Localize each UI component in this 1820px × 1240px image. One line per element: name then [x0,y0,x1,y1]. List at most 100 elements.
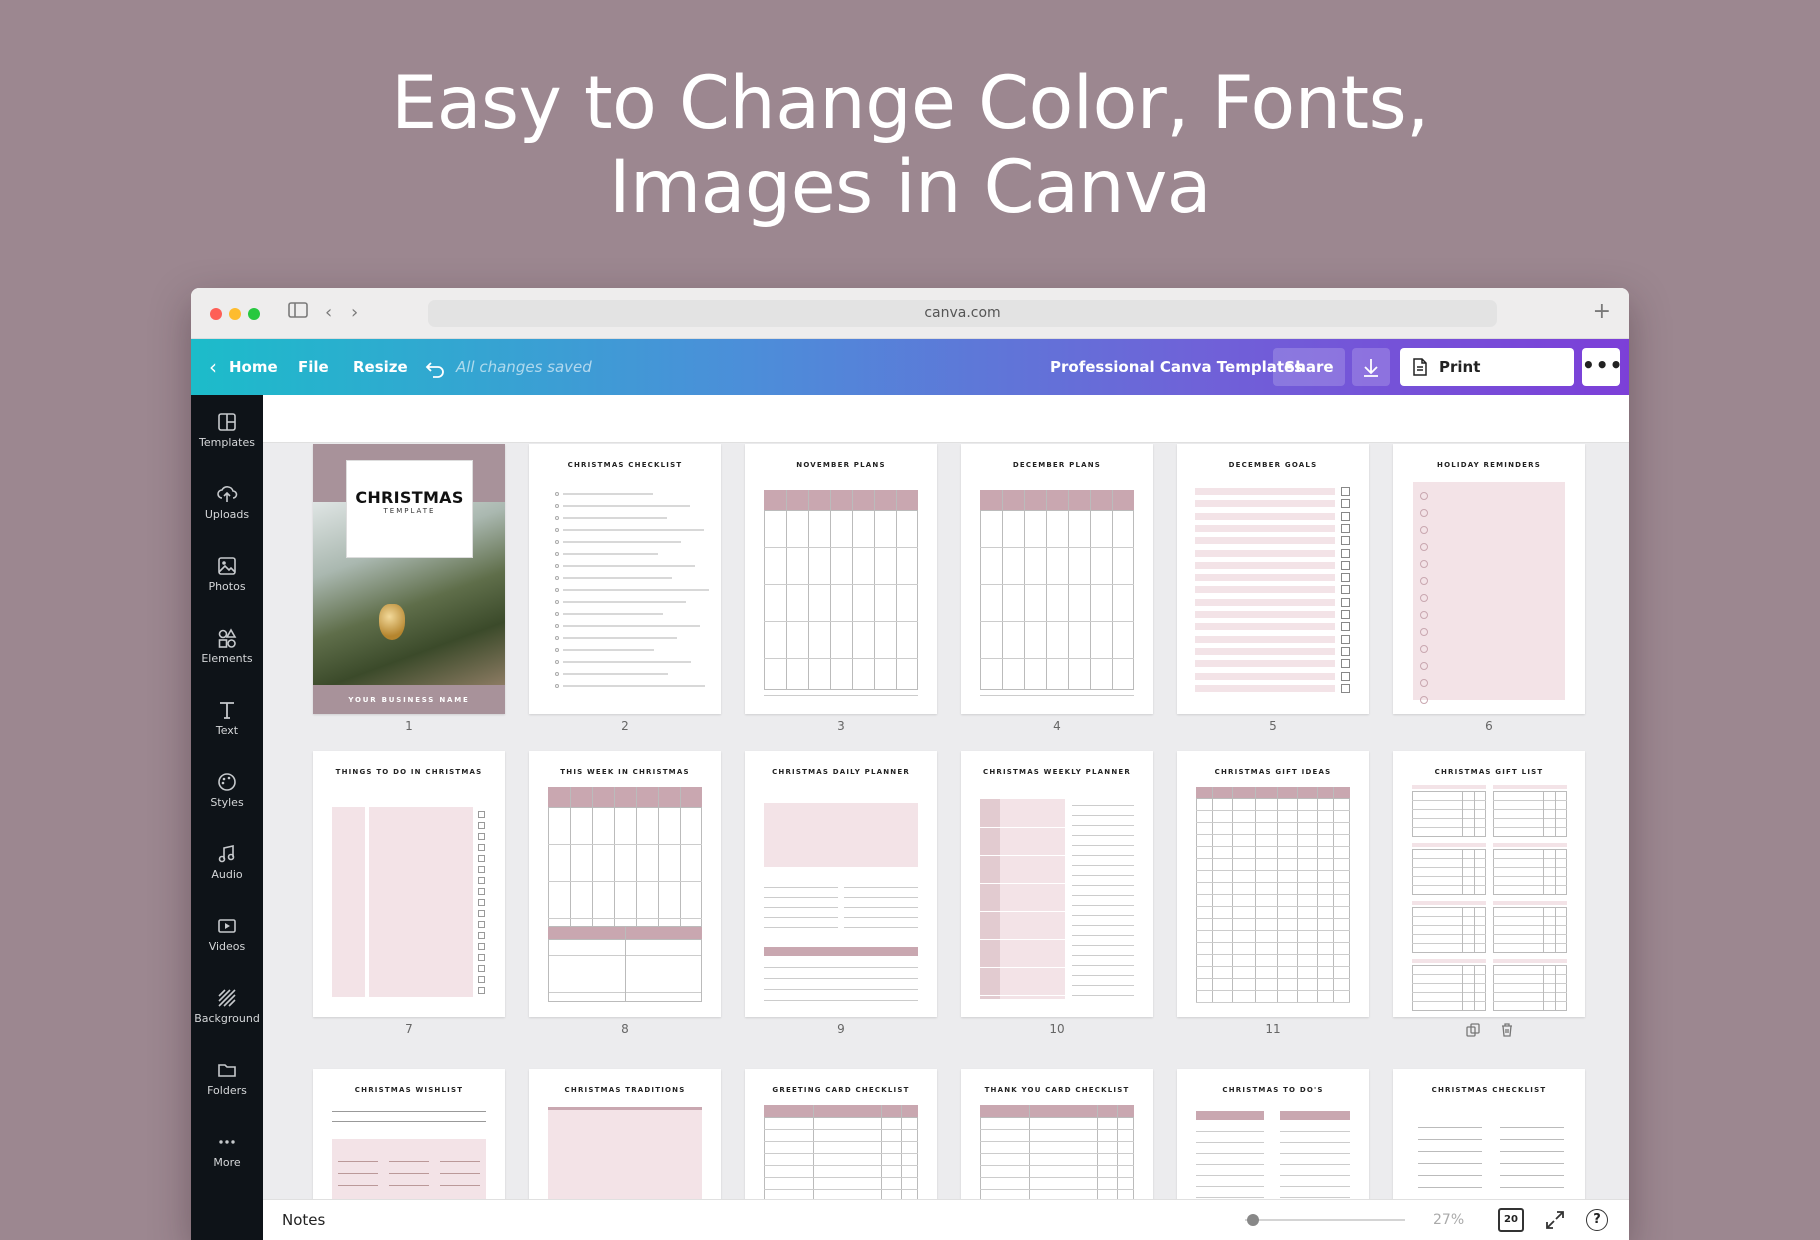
sidebar-item-styles[interactable]: Styles [191,761,263,825]
sidebar-item-templates[interactable]: Templates [191,401,263,465]
page-thumbnail[interactable]: CHRISTMAS GIFT IDEAS [1177,751,1369,1017]
page-title: CHRISTMAS GIFT IDEAS [1214,768,1332,776]
sidebar-item-folders[interactable]: Folders [191,1049,263,1113]
trash-icon[interactable] [1499,1022,1515,1038]
page-number: 2 [621,719,629,733]
undo-icon[interactable] [425,339,445,395]
page-thumbnail[interactable]: CHRISTMAS DAILY PLANNER [745,751,937,1017]
ornament-image [379,604,405,640]
page-actions [1465,1022,1525,1038]
page-thumbnail[interactable]: CHRISTMAS CHECKLIST [529,444,721,714]
pages-grid-view: CHRISTMAS TEMPLATE YOUR BUSINESS NAME 1 CHRI… [263,395,1629,1199]
page-number: 5 [1269,719,1277,733]
duplicate-icon[interactable] [1465,1022,1481,1038]
sidebar-item-label: Videos [208,940,246,953]
page-number: 7 [405,1022,413,1036]
sidebar-item-text[interactable]: Text [191,689,263,753]
page-number: 8 [621,1022,629,1036]
more-options-button[interactable]: ••• [1582,348,1622,386]
share-button[interactable]: Share [1273,348,1345,386]
page-title: THINGS TO DO IN CHRISTMAS [335,768,483,776]
sidebar-item-label: Uploads [204,508,250,521]
grid-view-button[interactable]: 20 [1498,1208,1524,1232]
file-menu[interactable]: File [298,339,329,395]
download-button[interactable] [1352,348,1390,386]
close-window-button[interactable] [210,308,222,320]
zoom-slider-knob[interactable] [1247,1214,1259,1226]
grid-count: 20 [1504,1214,1518,1225]
styles-icon [218,773,236,791]
sidebar-item-elements[interactable]: Elements [191,617,263,681]
page-thumbnail[interactable]: CHRISTMAS GIFT LIST [1393,751,1585,1017]
sidebar-item-label: Text [215,724,239,737]
page-thumbnail[interactable]: GREETING CARD CHECKLIST [745,1069,937,1199]
page-title: CHRISTMAS CHECKLIST [567,461,683,469]
page-title: DECEMBER PLANS [1012,461,1102,469]
page-title: CHRISTMAS CHECKLIST [1431,1086,1547,1094]
sidebar-toggle-icon[interactable] [288,301,308,325]
page-thumbnail[interactable]: DECEMBER PLANS [961,444,1153,714]
page-thumbnail[interactable]: THIS WEEK IN CHRISTMAS [529,751,721,1017]
page-thumbnail[interactable]: CHRISTMAS CHECKLIST [1393,1069,1585,1199]
sidebar-item-background[interactable]: Background [191,977,263,1041]
new-tab-icon[interactable]: + [1593,299,1611,324]
page-number: 6 [1485,719,1493,733]
page-thumbnail[interactable]: CHRISTMAS TO DO'S [1177,1069,1369,1199]
page-thumbnail[interactable]: CHRISTMAS WISHLIST [313,1069,505,1199]
videos-icon [218,919,236,933]
notes-button[interactable]: Notes [282,1200,325,1240]
canvas-top-strip [263,395,1629,443]
page-title: CHRISTMAS TRADITIONS [564,1086,686,1094]
page-title: CHRISTMAS WEEKLY PLANNER [983,768,1131,776]
page-thumbnail[interactable]: CHRISTMAS WEEKLY PLANNER [961,751,1153,1017]
page-thumbnail[interactable]: CHRISTMAS TRADITIONS [529,1069,721,1199]
chevron-left-icon[interactable]: ‹ [209,339,217,395]
text-icon [220,702,234,719]
page-thumbnail[interactable]: DECEMBER GOALS [1177,444,1369,714]
page-number: 9 [837,1022,845,1036]
sidebar-item-more[interactable]: More [191,1121,263,1185]
resize-menu[interactable]: Resize [353,339,408,395]
browser-window: ‹ › canva.com + ‹ Home File Resize All c… [191,288,1629,1240]
page-title: CHRISTMAS TO DO'S [1222,1086,1324,1094]
headline-line-2: Images in Canva [608,145,1212,230]
address-bar[interactable]: canva.com [428,300,1497,327]
page-number: 11 [1265,1022,1281,1036]
sidebar-item-photos[interactable]: Photos [191,545,263,609]
fullscreen-icon[interactable] [1544,1209,1566,1235]
zoom-slider[interactable] [1245,1219,1405,1221]
project-title[interactable]: Professional Canva Templates [1050,339,1303,395]
page-title: DECEMBER GOALS [1228,461,1318,469]
page-title: GREETING CARD CHECKLIST [772,1086,910,1094]
sidebar-item-uploads[interactable]: Uploads [191,473,263,537]
page-number: 10 [1049,1022,1065,1036]
page-thumbnail[interactable]: THANK YOU CARD CHECKLIST [961,1069,1153,1199]
sidebar-item-label: Styles [210,796,244,809]
sidebar-item-audio[interactable]: Audio [191,833,263,897]
maximize-window-button[interactable] [248,308,260,320]
page-title: CHRISTMAS WISHLIST [354,1086,464,1094]
page-thumbnail[interactable]: HOLIDAY REMINDERS [1393,444,1585,714]
zoom-level[interactable]: 27% [1433,1200,1464,1240]
page-title: CHRISTMAS DAILY PLANNER [772,768,910,776]
headline-line-1: Easy to Change Color, Fonts, [391,61,1429,146]
page-title: THANK YOU CARD CHECKLIST [984,1086,1130,1094]
page-number: 1 [405,719,413,733]
sidebar-item-label: Audio [211,868,243,881]
home-button[interactable]: Home [229,339,278,395]
background-icon [218,989,236,1007]
page-thumbnail[interactable]: NOVEMBER PLANS [745,444,937,714]
print-letterheads-button[interactable]: Print Letterheads [1400,348,1574,414]
page-thumbnail[interactable]: CHRISTMAS TEMPLATE YOUR BUSINESS NAME [313,444,505,714]
help-icon[interactable]: ? [1586,1209,1608,1231]
sidebar-item-label: Folders [207,1084,247,1097]
uploads-icon [217,486,238,502]
minimize-window-button[interactable] [229,308,241,320]
forward-arrow-icon[interactable]: › [351,301,358,325]
page-title: NOVEMBER PLANS [796,461,886,469]
back-arrow-icon[interactable]: ‹ [325,301,332,325]
sidebar-item-videos[interactable]: Videos [191,905,263,969]
page-thumbnail[interactable]: THINGS TO DO IN CHRISTMAS [313,751,505,1017]
page-title: THIS WEEK IN CHRISTMAS [560,768,690,776]
sidebar-item-label: Elements [201,652,253,665]
